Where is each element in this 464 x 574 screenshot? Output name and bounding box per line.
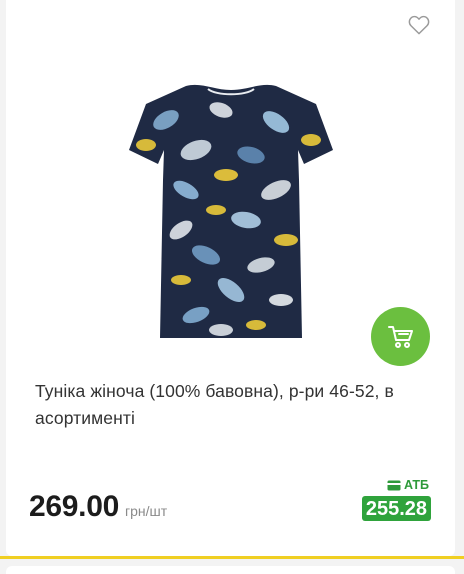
atb-price: 255.28: [361, 496, 431, 521]
credit-card-icon: [387, 480, 401, 490]
atb-label-text: АТБ: [403, 478, 429, 492]
product-card[interactable]: Туніка жіноча (100% бавовна), р-ри 46-52…: [6, 0, 455, 556]
atb-label: АТБ: [387, 478, 429, 492]
heart-outline-icon: [408, 15, 430, 35]
next-product-card: [6, 566, 455, 574]
favorite-button[interactable]: [407, 13, 431, 37]
atb-card-price: АТБ 255.28: [361, 478, 431, 521]
product-title[interactable]: Туніка жіноча (100% бавовна), р-ри 46-52…: [35, 378, 435, 432]
product-price: 269.00: [29, 490, 119, 523]
product-image[interactable]: [126, 80, 336, 342]
card-divider: [0, 556, 464, 559]
add-to-cart-button[interactable]: [371, 307, 430, 366]
shopping-cart-icon: [387, 325, 413, 348]
price-unit: грн/шт: [124, 503, 168, 519]
price-row: 269.00 грн/шт: [29, 490, 167, 524]
